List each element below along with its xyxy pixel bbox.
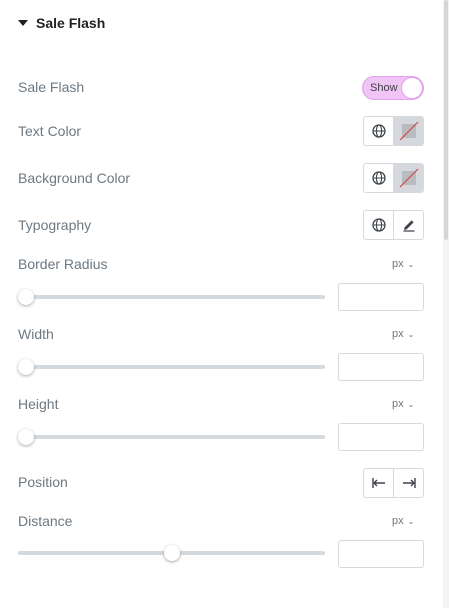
chevron-down-icon: ⌄ bbox=[407, 329, 415, 339]
distance-slider[interactable] bbox=[18, 545, 325, 561]
typography-control bbox=[363, 210, 424, 240]
width-unit-select[interactable]: px ⌄ bbox=[392, 328, 414, 340]
background-color-control bbox=[363, 163, 424, 193]
pencil-icon bbox=[403, 220, 414, 232]
toggle-knob bbox=[402, 78, 422, 98]
panel-scrollbar[interactable] bbox=[443, 0, 449, 608]
distance-unit-select[interactable]: px ⌄ bbox=[392, 515, 414, 527]
border-radius-slider[interactable] bbox=[18, 289, 325, 305]
border-radius-label: Border Radius bbox=[18, 256, 108, 272]
text-color-control bbox=[363, 116, 424, 146]
chevron-down-icon: ⌄ bbox=[407, 399, 415, 409]
text-color-label: Text Color bbox=[18, 123, 82, 139]
height-unit-select[interactable]: px ⌄ bbox=[392, 398, 414, 410]
chevron-down-icon: ⌄ bbox=[407, 259, 415, 269]
distance-input[interactable] bbox=[338, 540, 424, 568]
unit-label: px bbox=[392, 328, 404, 340]
color-swatch-icon bbox=[399, 121, 418, 141]
height-label: Height bbox=[18, 396, 59, 412]
text-color-global-button[interactable] bbox=[364, 117, 393, 145]
height-input[interactable] bbox=[338, 423, 424, 451]
scrollbar-thumb[interactable] bbox=[444, 0, 448, 240]
align-left-icon bbox=[371, 478, 385, 488]
chevron-down-icon: ⌄ bbox=[407, 516, 415, 526]
width-label: Width bbox=[18, 326, 54, 342]
text-color-swatch[interactable] bbox=[393, 117, 423, 145]
section-header-sale-flash[interactable]: Sale Flash bbox=[18, 13, 105, 33]
distance-slider-handle[interactable] bbox=[163, 545, 180, 561]
distance-label: Distance bbox=[18, 513, 73, 529]
background-color-global-button[interactable] bbox=[364, 164, 393, 192]
typography-global-button[interactable] bbox=[364, 211, 393, 239]
width-input[interactable] bbox=[338, 353, 424, 381]
background-color-swatch[interactable] bbox=[393, 164, 423, 192]
globe-icon bbox=[371, 124, 386, 138]
width-slider-handle[interactable] bbox=[18, 359, 34, 375]
position-left-button[interactable] bbox=[364, 469, 393, 497]
position-choice-group bbox=[363, 468, 424, 498]
sale-flash-toggle[interactable]: Show bbox=[362, 76, 424, 100]
unit-label: px bbox=[392, 398, 404, 410]
height-slider-handle[interactable] bbox=[18, 429, 34, 445]
sale-flash-label: Sale Flash bbox=[18, 79, 85, 95]
toggle-state-label: Show bbox=[370, 82, 398, 94]
caret-down-icon bbox=[18, 20, 28, 26]
color-swatch-icon bbox=[399, 168, 418, 188]
section-title: Sale Flash bbox=[36, 15, 106, 31]
unit-label: px bbox=[392, 258, 404, 270]
position-right-button[interactable] bbox=[393, 469, 423, 497]
border-radius-slider-handle[interactable] bbox=[18, 289, 34, 305]
height-slider[interactable] bbox=[18, 429, 325, 445]
globe-icon bbox=[371, 171, 386, 185]
border-radius-unit-select[interactable]: px ⌄ bbox=[392, 258, 414, 270]
typography-edit-button[interactable] bbox=[393, 211, 423, 239]
width-slider[interactable] bbox=[18, 359, 325, 375]
border-radius-input[interactable] bbox=[338, 283, 424, 311]
background-color-label: Background Color bbox=[18, 170, 131, 186]
unit-label: px bbox=[392, 515, 404, 527]
align-right-icon bbox=[402, 478, 416, 488]
typography-label: Typography bbox=[18, 217, 92, 233]
globe-icon bbox=[371, 218, 386, 232]
position-label: Position bbox=[18, 474, 68, 490]
